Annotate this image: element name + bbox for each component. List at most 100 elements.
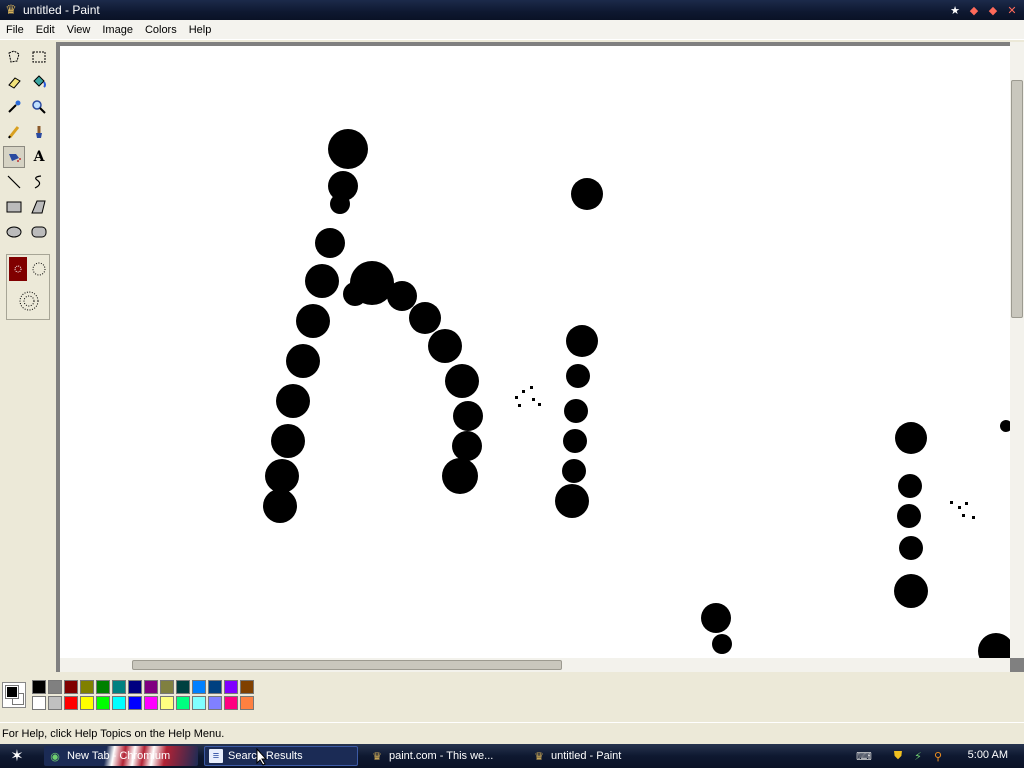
- palette-swatch[interactable]: [160, 680, 174, 694]
- menu-help[interactable]: Help: [183, 20, 218, 40]
- tool-select[interactable]: [28, 46, 50, 68]
- palette-swatch[interactable]: [128, 680, 142, 694]
- palette-swatch[interactable]: [48, 680, 62, 694]
- palette-swatch[interactable]: [160, 696, 174, 710]
- tool-airbrush[interactable]: [3, 146, 25, 168]
- palette-swatch[interactable]: [224, 696, 238, 710]
- window-title: untitled - Paint: [23, 3, 100, 17]
- tool-ellipse[interactable]: [3, 221, 25, 243]
- palette-swatch[interactable]: [96, 696, 110, 710]
- palette-swatch[interactable]: [176, 696, 190, 710]
- palette-swatch[interactable]: [176, 680, 190, 694]
- horizontal-scrollbar[interactable]: [60, 658, 1010, 672]
- title-bar: ♛ untitled - Paint ★ ◆ ◆ ✕: [0, 0, 1024, 20]
- rect-select-icon: [32, 51, 46, 63]
- text-icon: A: [33, 149, 45, 165]
- tool-rounded-rectangle[interactable]: [28, 221, 50, 243]
- free-select-icon: [8, 50, 20, 63]
- palette-swatch[interactable]: [32, 680, 46, 694]
- palette-swatch[interactable]: [144, 696, 158, 710]
- taskbar: ✶ ◉ New Tab - Chromium ≡ Search Results …: [0, 744, 1024, 768]
- palette-swatch[interactable]: [192, 696, 206, 710]
- search-icon[interactable]: ⚲: [930, 748, 946, 764]
- palette-swatch[interactable]: [208, 680, 222, 694]
- task-new-tab-chromium[interactable]: ◉ New Tab - Chromium: [44, 746, 198, 766]
- close-button[interactable]: ✕: [1004, 2, 1020, 18]
- palette-swatch[interactable]: [144, 680, 158, 694]
- airbrush-size-medium[interactable]: [29, 257, 49, 281]
- palette-swatch[interactable]: [112, 680, 126, 694]
- tool-magnifier[interactable]: [28, 96, 50, 118]
- horizontal-scroll-thumb[interactable]: [132, 660, 562, 670]
- palette-swatch[interactable]: [32, 696, 46, 710]
- tool-fill-with-color[interactable]: [28, 71, 50, 93]
- paint-app-icon: ♛: [5, 2, 17, 17]
- tool-brush[interactable]: [28, 121, 50, 143]
- tool-free-form-select[interactable]: [3, 46, 25, 68]
- tool-line[interactable]: [3, 171, 25, 193]
- minimize-button[interactable]: ◆: [966, 2, 982, 18]
- vertical-scrollbar[interactable]: [1010, 42, 1024, 658]
- tool-box: A: [0, 42, 56, 666]
- palette-swatch[interactable]: [80, 696, 94, 710]
- tool-curve[interactable]: [28, 171, 50, 193]
- task-paint-com[interactable]: ♛ paint.com - This we...: [366, 746, 520, 766]
- palette-swatch[interactable]: [240, 696, 254, 710]
- tool-pick-color[interactable]: [3, 96, 25, 118]
- magnifier-icon: [32, 100, 46, 114]
- clock: 5:00 AM: [967, 749, 1008, 761]
- palette-swatch[interactable]: [112, 696, 126, 710]
- task-search-results[interactable]: ≡ Search Results: [204, 746, 358, 766]
- menu-edit[interactable]: Edit: [30, 20, 61, 40]
- vertical-scroll-thumb[interactable]: [1011, 80, 1023, 318]
- airbrush-size-small-selected[interactable]: [9, 257, 27, 281]
- palette-swatch[interactable]: [208, 696, 222, 710]
- palette-swatch[interactable]: [80, 680, 94, 694]
- tool-polygon[interactable]: [28, 196, 50, 218]
- mouse-cursor-icon: [256, 748, 268, 766]
- window-controls: ★ ◆ ◆ ✕: [947, 2, 1020, 18]
- palette-swatch[interactable]: [64, 680, 78, 694]
- rectangle-icon: [6, 201, 22, 213]
- airbrush-icon: [9, 154, 21, 162]
- maximize-button[interactable]: ◆: [985, 2, 1001, 18]
- task-label: untitled - Paint: [551, 750, 622, 762]
- menu-file[interactable]: File: [0, 20, 30, 40]
- palette-swatch[interactable]: [64, 696, 78, 710]
- start-button[interactable]: ✶: [4, 746, 30, 766]
- tool-pencil[interactable]: [3, 121, 25, 143]
- tool-eraser[interactable]: [3, 71, 25, 93]
- palette-swatch[interactable]: [128, 696, 142, 710]
- brush-icon: [36, 126, 42, 138]
- paint-app-icon: ♛: [534, 750, 544, 763]
- palette-swatch[interactable]: [192, 680, 206, 694]
- task-label: paint.com - This we...: [389, 750, 494, 762]
- foreground-color-swatch: [5, 685, 19, 699]
- paint-app-icon: ♛: [372, 750, 382, 763]
- menu-view[interactable]: View: [61, 20, 97, 40]
- network-icon[interactable]: ⚡: [910, 748, 926, 764]
- task-label: New Tab - Chromium: [67, 750, 171, 762]
- palette-swatch[interactable]: [240, 680, 254, 694]
- pencil-icon: [8, 126, 20, 139]
- drawing-canvas[interactable]: [60, 46, 1010, 658]
- task-untitled-paint[interactable]: ♛ untitled - Paint: [528, 746, 678, 766]
- line-icon: [7, 175, 21, 189]
- keyboard-icon[interactable]: ⌨: [856, 748, 872, 764]
- palette-swatch[interactable]: [96, 680, 110, 694]
- menu-bar: File Edit View Image Colors Help: [0, 20, 1024, 40]
- current-colors: [2, 682, 26, 708]
- palette-swatch[interactable]: [48, 696, 62, 710]
- airbrush-size-large[interactable]: [17, 287, 41, 315]
- document-icon: ≡: [209, 749, 223, 763]
- palette-swatch[interactable]: [224, 680, 238, 694]
- menu-image[interactable]: Image: [96, 20, 139, 40]
- tool-text[interactable]: A: [28, 146, 50, 168]
- star-icon[interactable]: ★: [947, 2, 963, 18]
- shield-icon[interactable]: ⛊: [890, 748, 906, 764]
- tool-rectangle[interactable]: [3, 196, 25, 218]
- polygon-icon: [31, 200, 46, 214]
- system-tray: ⌨ ⛊ ⚡ ⚲ 5:00 AM: [856, 744, 1024, 768]
- menu-colors[interactable]: Colors: [139, 20, 183, 40]
- chromium-icon: ◉: [50, 750, 60, 763]
